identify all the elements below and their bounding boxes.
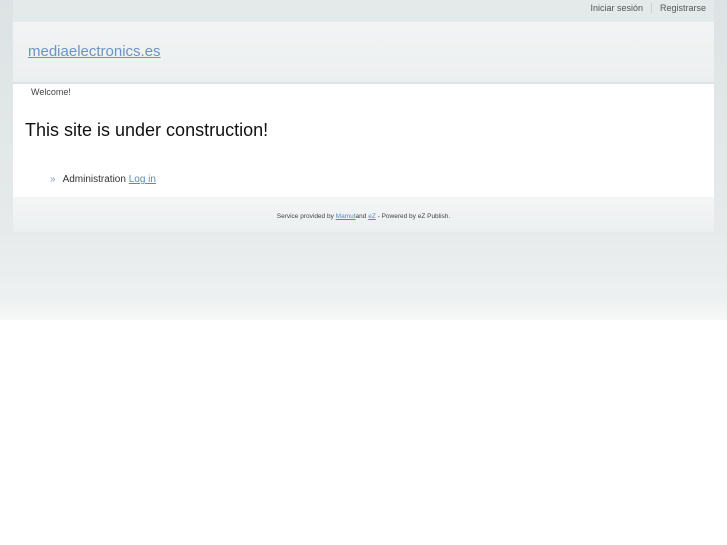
admin-list-item: » Administration Log in [50,174,156,185]
bullet-icon: » [50,174,56,185]
welcome-text: Welcome! [31,87,71,97]
page-title: This site is under construction! [25,120,269,140]
login-link[interactable]: Iniciar sesión [590,3,643,13]
footer: Service provided by Mamutand eZ - Powere… [13,197,714,232]
top-bar: Iniciar sesión Registrarse [13,0,714,22]
register-link[interactable]: Registrarse [660,3,706,13]
footer-prefix: Service provided by [276,213,334,220]
footer-and: and [355,213,367,220]
footer-suffix: - Powered by eZ Publish. [377,213,451,220]
admin-label: Administration [62,174,126,185]
ez-link[interactable]: eZ [368,213,376,220]
site-name-link[interactable]: mediaelectronics.es [28,43,161,60]
provider-link[interactable]: Mamut [336,213,356,220]
admin-login-link[interactable]: Log in [129,174,156,185]
separator [650,3,652,13]
site-header: mediaelectronics.es [13,22,714,84]
user-links: Iniciar sesión Registrarse [590,3,706,13]
page-container: Iniciar sesión Registrarse mediaelectron… [13,0,714,232]
